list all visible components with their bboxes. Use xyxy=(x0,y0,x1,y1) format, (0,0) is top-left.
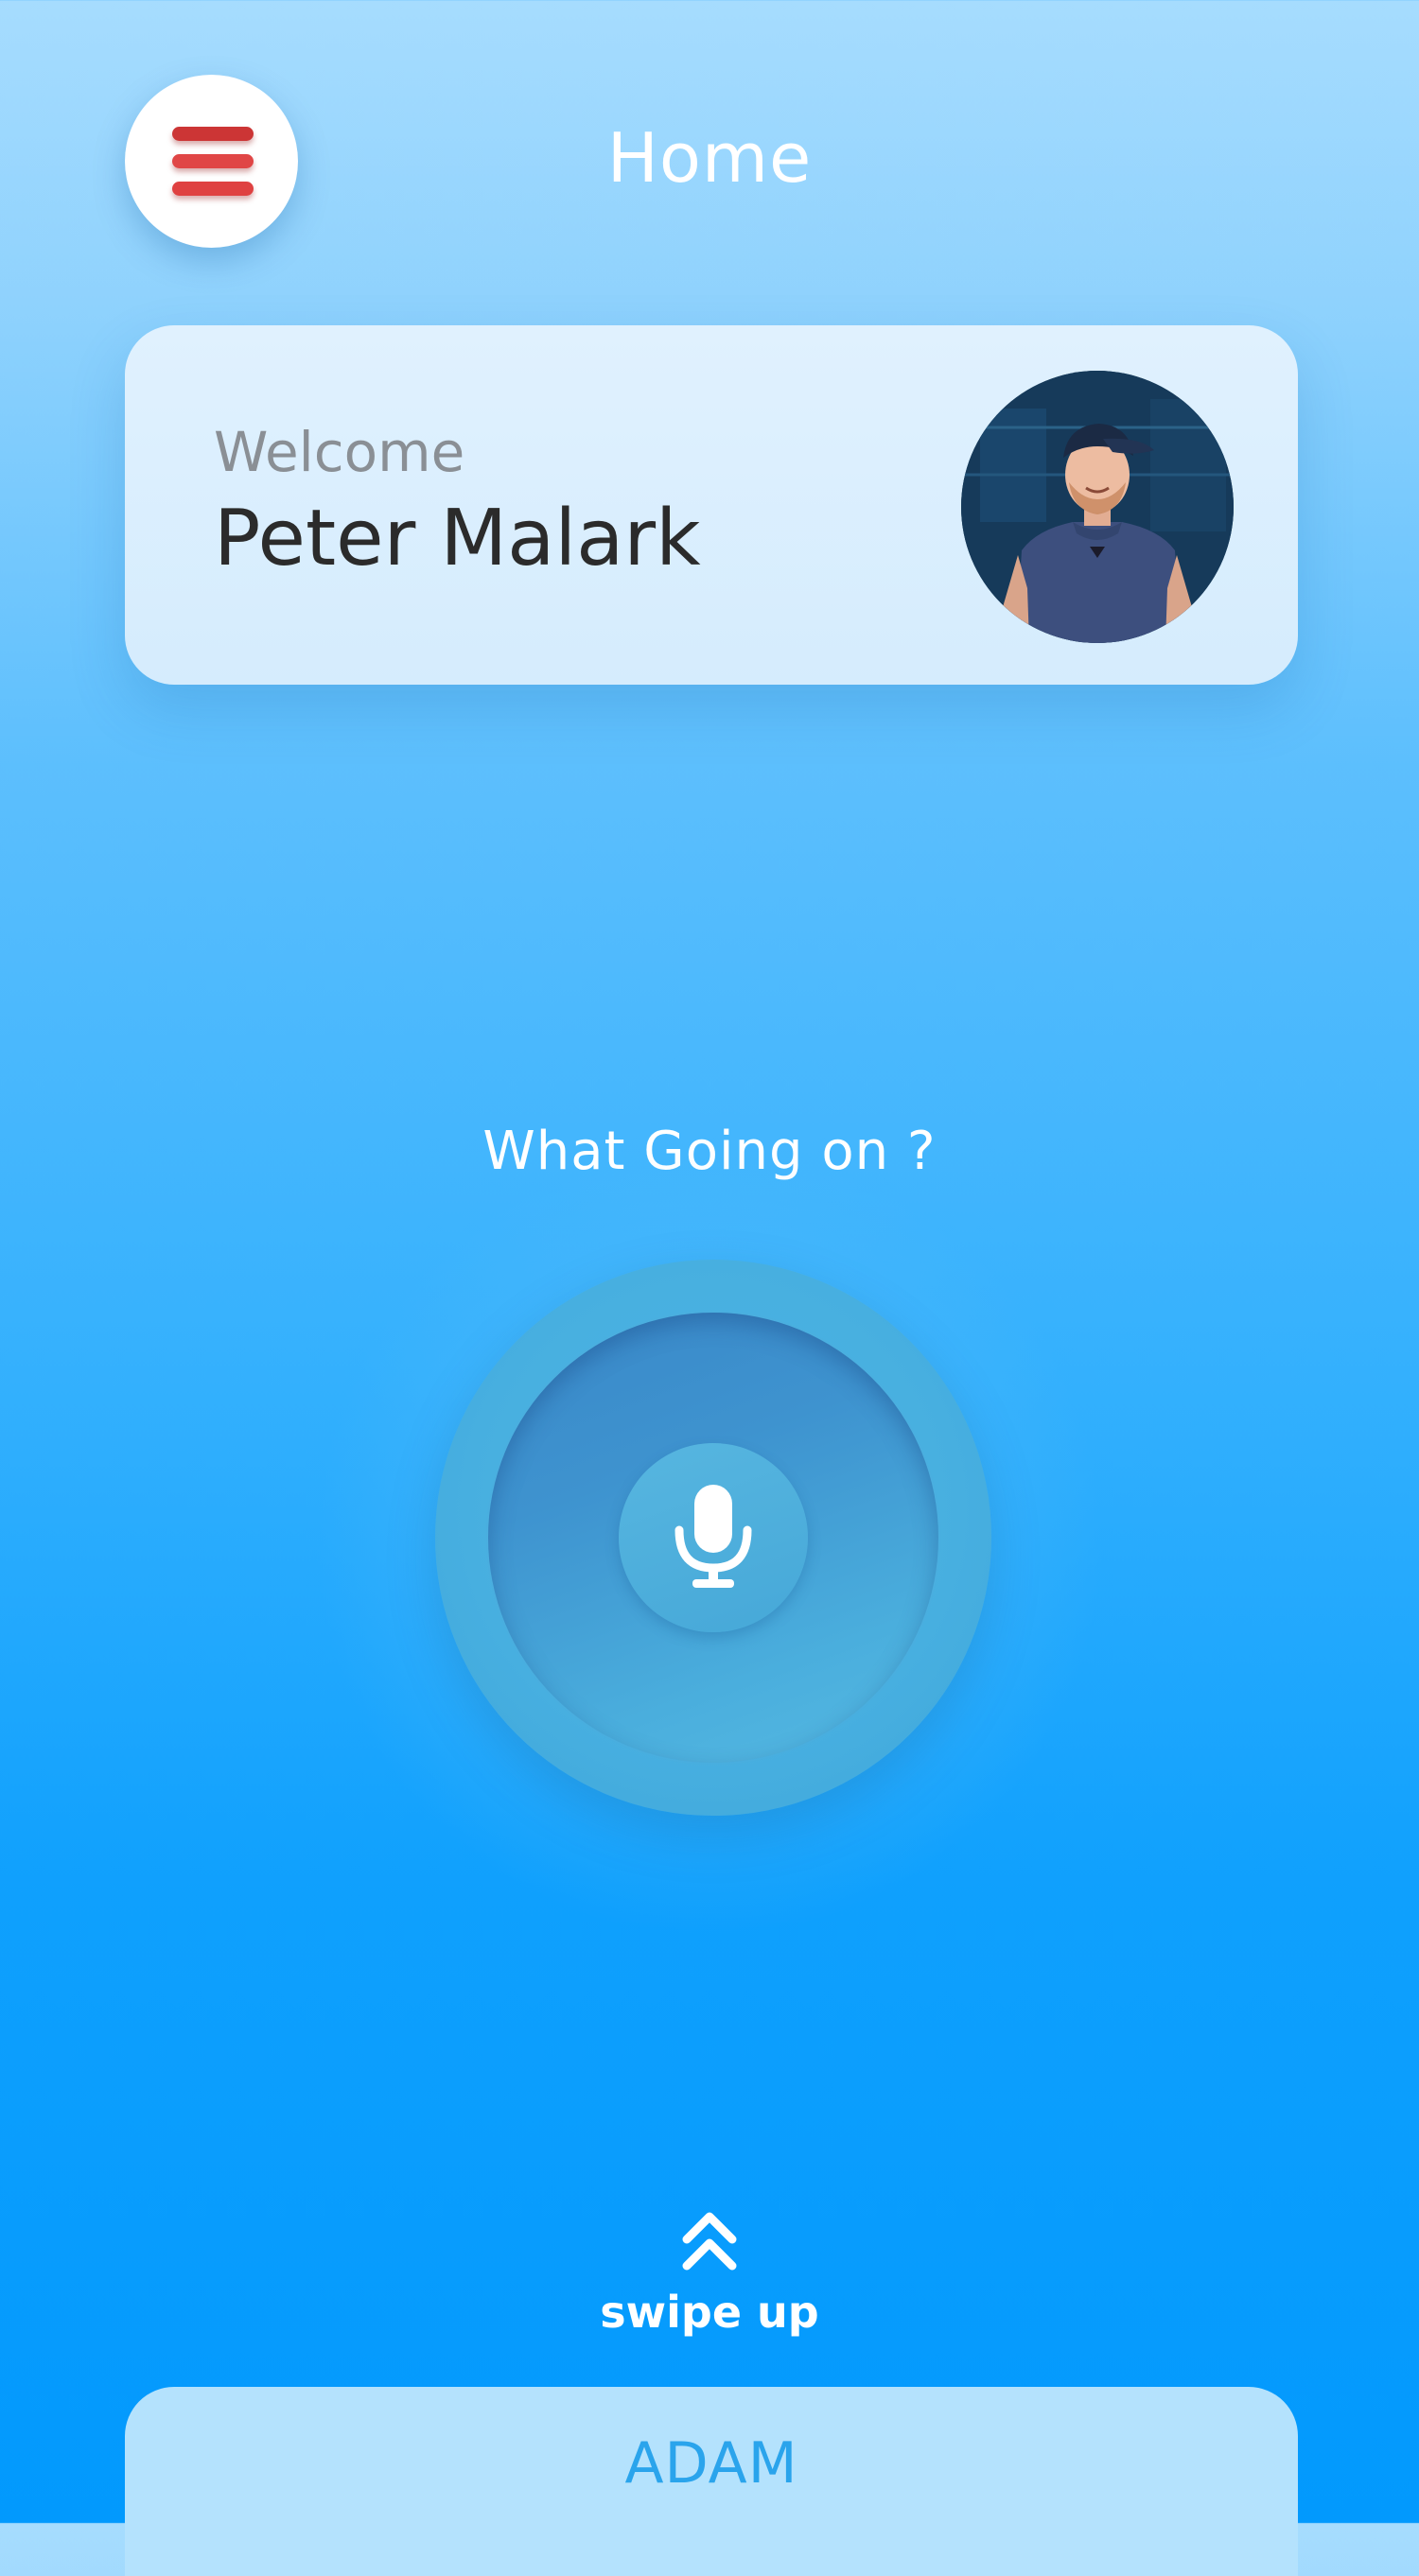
mic-core xyxy=(619,1443,808,1632)
swipe-up-label: swipe up xyxy=(600,2287,819,2338)
mic-button[interactable] xyxy=(435,1260,991,1816)
user-name: Peter Malark xyxy=(214,494,701,583)
avatar-photo xyxy=(961,371,1234,643)
bottom-sheet-label: ADAM xyxy=(624,2430,798,2497)
welcome-label: Welcome xyxy=(214,420,465,484)
mic-ring xyxy=(488,1313,938,1763)
welcome-card: Welcome Peter Malark xyxy=(125,325,1298,685)
bottom-sheet[interactable]: ADAM xyxy=(125,2387,1298,2576)
avatar[interactable] xyxy=(961,371,1234,643)
microphone-icon xyxy=(674,1485,752,1588)
home-screen: Home Welcome Peter Malark swipe up ADAM xyxy=(0,0,1419,2576)
double-chevron-up-icon[interactable] xyxy=(681,2209,738,2273)
page-title: Home xyxy=(606,118,813,198)
